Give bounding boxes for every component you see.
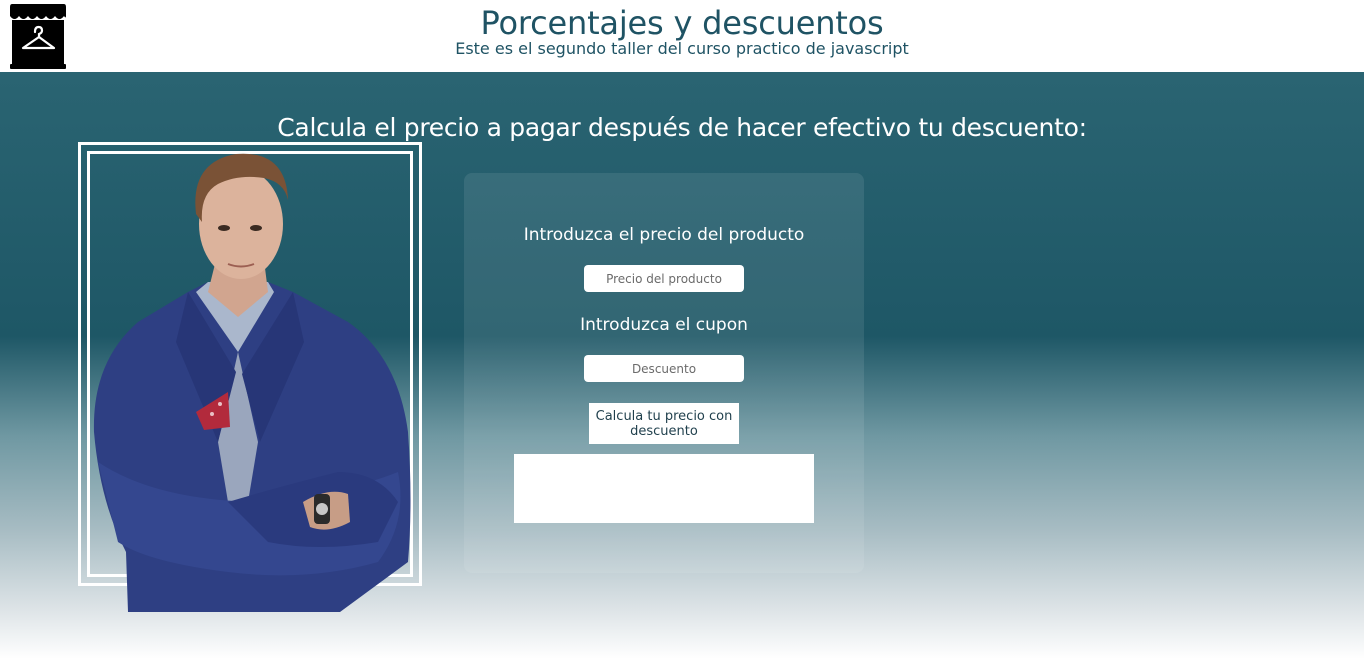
price-input[interactable] bbox=[584, 265, 744, 292]
main-section: Calcula el precio a pagar después de hac… bbox=[0, 72, 1364, 659]
coupon-label: Introduzca el cupon bbox=[580, 315, 748, 335]
header: Porcentajes y descuentos Este es el segu… bbox=[0, 0, 1364, 72]
discount-form-card: Introduzca el precio del producto Introd… bbox=[464, 173, 864, 573]
main-heading: Calcula el precio a pagar después de hac… bbox=[277, 113, 1087, 142]
man-in-blue-suit-photo bbox=[78, 142, 422, 612]
page-title: Porcentajes y descuentos bbox=[480, 4, 884, 42]
coupon-input[interactable] bbox=[584, 355, 744, 382]
result-box bbox=[514, 454, 814, 523]
price-label: Introduzca el precio del producto bbox=[523, 225, 805, 245]
page-subtitle: Este es el segundo taller del curso prac… bbox=[455, 39, 909, 58]
calculate-button[interactable]: Calcula tu precio con descuento bbox=[589, 403, 739, 444]
